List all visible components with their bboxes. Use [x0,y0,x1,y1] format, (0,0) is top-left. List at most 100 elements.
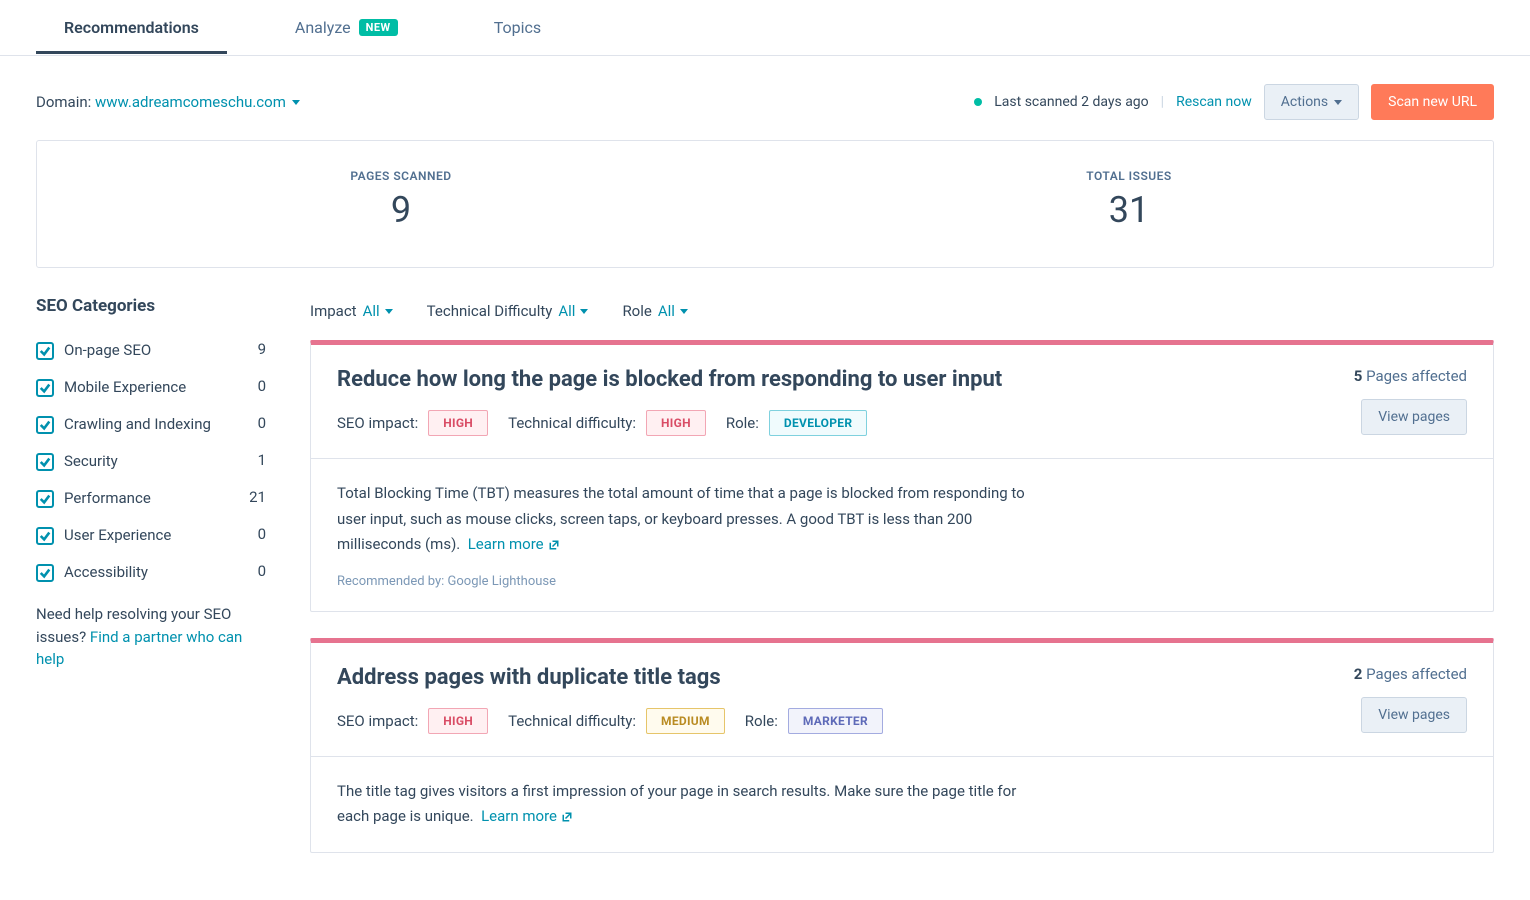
filter-value: All [558,302,575,320]
checkbox-icon[interactable] [36,527,54,545]
issue-title: Address pages with duplicate title tags [337,665,883,690]
filter-value: All [658,302,675,320]
category-item-ux[interactable]: User Experience 0 [36,517,266,554]
new-badge: NEW [359,19,398,36]
category-label: Crawling and Indexing [64,414,211,435]
separator: | [1161,94,1164,110]
status-dot-icon [974,98,982,106]
issue-right: 2 Pages affected View pages [1354,665,1467,733]
pages-affected: 2 Pages affected [1354,665,1467,683]
total-issues-block: TOTAL ISSUES 31 [765,169,1493,231]
category-item-mobile[interactable]: Mobile Experience 0 [36,369,266,406]
category-item-security[interactable]: Security 1 [36,443,266,480]
learn-more-text: Learn more [481,804,557,830]
issue-description: The title tag gives visitors a first imp… [337,779,1037,830]
top-right: Last scanned 2 days ago | Rescan now Act… [974,84,1494,120]
issue-right: 5 Pages affected View pages [1354,367,1467,435]
learn-more-link[interactable]: Learn more [481,804,573,830]
category-count: 21 [249,488,266,506]
chevron-down-icon [1334,100,1342,105]
difficulty-label: Technical difficulty: [508,414,636,432]
checkbox-icon[interactable] [36,416,54,434]
domain-label: Domain: [36,93,91,111]
category-label: Performance [64,488,151,509]
category-count: 0 [258,562,266,580]
filter-bar: Impact All Technical Difficulty All Role… [310,296,1494,340]
tag-row: SEO impact: HIGH Technical difficulty: M… [337,708,883,734]
category-item-performance[interactable]: Performance 21 [36,480,266,517]
checkbox-icon[interactable] [36,564,54,582]
category-count: 0 [258,377,266,395]
external-link-icon [561,811,573,823]
help-text: Need help resolving your SEO issues? Fin… [36,603,266,671]
tab-analyze[interactable]: Analyze NEW [267,1,426,54]
actions-button[interactable]: Actions [1264,84,1359,120]
scan-new-url-button[interactable]: Scan new URL [1371,84,1494,120]
affected-text: Pages affected [1366,367,1467,385]
role-label: Role: [745,712,778,730]
learn-more-text: Learn more [468,532,544,558]
role-tag: DEVELOPER [769,410,867,436]
view-pages-button[interactable]: View pages [1361,697,1467,733]
category-label: Accessibility [64,562,148,583]
tab-label: Recommendations [64,18,199,37]
category-item-crawling[interactable]: Crawling and Indexing 0 [36,406,266,443]
learn-more-link[interactable]: Learn more [468,532,560,558]
pages-scanned-block: PAGES SCANNED 9 [37,169,765,231]
filter-impact[interactable]: Impact All [310,302,393,320]
recommended-by: Recommended by: Google Lighthouse [337,574,1467,589]
chevron-down-icon [580,309,588,314]
chevron-down-icon [385,309,393,314]
domain-block: Domain: www.adreamcomeschu.com [36,93,300,111]
category-item-onpage[interactable]: On-page SEO 9 [36,332,266,369]
seo-impact-tag: HIGH [428,708,488,734]
domain-dropdown[interactable]: www.adreamcomeschu.com [95,93,300,111]
issue-head: Address pages with duplicate title tags … [311,643,1493,757]
issue-body: Total Blocking Time (TBT) measures the t… [311,459,1493,611]
issue-card: Address pages with duplicate title tags … [310,638,1494,853]
seo-impact-label: SEO impact: [337,712,418,730]
checkbox-icon[interactable] [36,379,54,397]
pages-scanned-value: 9 [37,189,765,231]
category-label: Mobile Experience [64,377,186,398]
total-issues-value: 31 [765,189,1493,231]
content-row: SEO Categories On-page SEO 9 Mobile Expe… [0,296,1530,879]
tab-recommendations[interactable]: Recommendations [36,1,227,54]
main-column: Impact All Technical Difficulty All Role… [310,296,1494,879]
view-pages-label: View pages [1378,707,1450,723]
view-pages-label: View pages [1378,409,1450,425]
affected-count: 5 [1354,367,1363,385]
difficulty-label: Technical difficulty: [508,712,636,730]
checkbox-icon[interactable] [36,490,54,508]
last-scanned-text: Last scanned 2 days ago [994,94,1148,110]
checkbox-icon[interactable] [36,342,54,360]
rescan-link[interactable]: Rescan now [1176,94,1252,110]
scan-label: Scan new URL [1388,94,1477,110]
category-count: 0 [258,525,266,543]
pages-scanned-label: PAGES SCANNED [37,169,765,183]
affected-count: 2 [1354,665,1363,683]
seo-impact-tag: HIGH [428,410,488,436]
pages-affected: 5 Pages affected [1354,367,1467,385]
category-label: On-page SEO [64,340,151,361]
domain-value: www.adreamcomeschu.com [95,93,286,111]
tab-topics[interactable]: Topics [466,1,569,54]
issue-description: Total Blocking Time (TBT) measures the t… [337,481,1037,558]
affected-text: Pages affected [1366,665,1467,683]
issue-head: Reduce how long the page is blocked from… [311,345,1493,459]
filter-difficulty[interactable]: Technical Difficulty All [427,302,589,320]
view-pages-button[interactable]: View pages [1361,399,1467,435]
filter-role[interactable]: Role All [622,302,688,320]
role-label: Role: [726,414,759,432]
category-item-accessibility[interactable]: Accessibility 0 [36,554,266,591]
issue-title: Reduce how long the page is blocked from… [337,367,1002,392]
category-label: Security [64,451,118,472]
difficulty-tag: HIGH [646,410,706,436]
filter-value: All [363,302,380,320]
checkbox-icon[interactable] [36,453,54,471]
category-count: 9 [258,340,266,358]
top-row: Domain: www.adreamcomeschu.com Last scan… [0,56,1530,140]
issue-desc-text: The title tag gives visitors a first imp… [337,782,1016,826]
issue-body: The title tag gives visitors a first imp… [311,757,1493,852]
tag-row: SEO impact: HIGH Technical difficulty: H… [337,410,1002,436]
